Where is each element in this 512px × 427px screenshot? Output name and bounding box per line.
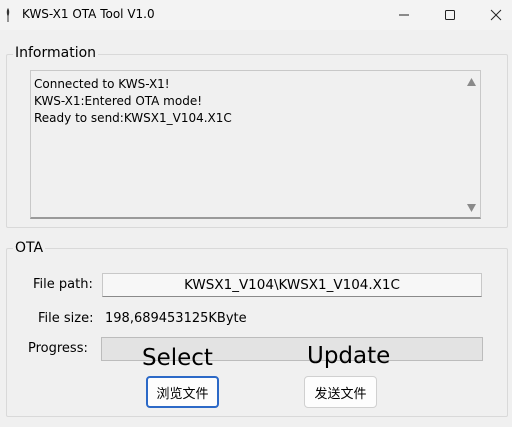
progress-label: Progress:: [28, 341, 88, 356]
close-icon: [490, 9, 502, 21]
maximize-button[interactable]: [427, 0, 473, 30]
minimize-icon: [399, 14, 409, 16]
send-file-button[interactable]: 发送文件: [304, 376, 377, 408]
feather-icon: [6, 8, 10, 22]
log-line: Ready to send:KWSX1_V104.X1C: [34, 111, 232, 125]
close-button[interactable]: [473, 0, 512, 30]
triangle-down-icon[interactable]: [467, 204, 476, 212]
ota-legend: OTA: [13, 240, 46, 256]
log-scrollbar[interactable]: [463, 71, 480, 217]
title-bar[interactable]: KWS-X1 OTA Tool V1.0: [0, 0, 512, 30]
minimize-button[interactable]: [381, 0, 427, 30]
log-textarea[interactable]: Connected to KWS-X1! KWS-X1:Entered OTA …: [30, 70, 481, 219]
update-caption: Update: [307, 343, 391, 369]
file-size-label: File size:: [38, 311, 94, 326]
information-legend: Information: [13, 45, 99, 61]
log-line: Connected to KWS-X1!: [34, 77, 170, 91]
file-path-label: File path:: [33, 277, 93, 292]
file-path-field[interactable]: KWSX1_V104\KWSX1_V104.X1C: [102, 273, 482, 297]
browse-file-button[interactable]: 浏览文件: [146, 376, 219, 408]
file-size-value: 198,689453125KByte: [105, 311, 247, 326]
log-lines: Connected to KWS-X1! KWS-X1:Entered OTA …: [34, 76, 232, 127]
triangle-up-icon[interactable]: [467, 78, 476, 86]
select-caption: Select: [142, 345, 213, 371]
window-title: KWS-X1 OTA Tool V1.0: [22, 7, 155, 21]
maximize-icon: [445, 10, 455, 20]
log-line: KWS-X1:Entered OTA mode!: [34, 94, 203, 108]
